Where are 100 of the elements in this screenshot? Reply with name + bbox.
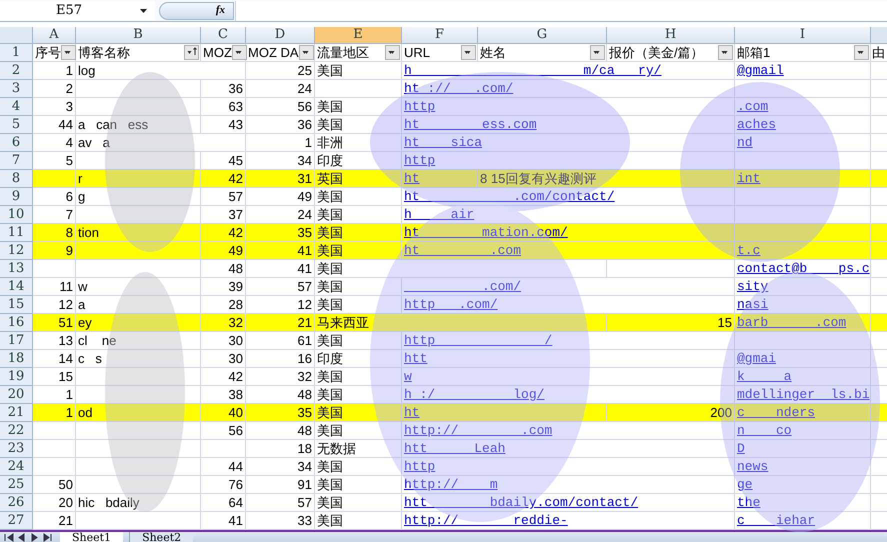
hyperlink[interactable]: nasi [737,298,768,311]
hyperlink[interactable]: .com/ [404,280,522,293]
row-header[interactable]: 17 [0,332,33,350]
hyperlink[interactable]: ht sica [404,136,482,149]
hyperlink[interactable]: sity [737,280,768,293]
hyperlink[interactable]: D [737,442,745,455]
hyperlink[interactable]: c nders [737,406,816,419]
hyperlink[interactable]: http:// .com [404,424,552,437]
row-header[interactable]: 26 [0,494,33,512]
hyperlink[interactable]: ht .com [404,244,522,257]
formula-field[interactable] [235,0,887,20]
column-header[interactable]: D [246,27,315,44]
hyperlink[interactable]: .com [737,100,768,113]
table-cell: 印度 [315,152,402,170]
sheet-tab[interactable]: Sheet1 [60,532,124,542]
table-cell: 30 [201,332,246,350]
hyperlink[interactable]: nd [737,136,753,149]
hyperlink[interactable]: h air [404,208,474,221]
row-header[interactable]: 27 [0,512,33,530]
row-header[interactable]: 19 [0,368,33,386]
hyperlink[interactable]: http [404,154,436,167]
filter-dropdown-icon[interactable] [854,45,869,60]
name-box[interactable]: E57 [0,0,155,20]
hyperlink[interactable]: k a [737,370,792,383]
hyperlink[interactable]: n co [737,424,792,437]
hyperlink[interactable]: @gmail [737,64,784,77]
hyperlink[interactable]: the [737,496,760,509]
row-header[interactable]: 11 [0,224,33,242]
hyperlink[interactable]: h m/ca ry/ [404,64,662,77]
row-header[interactable]: 24 [0,458,33,476]
row-header[interactable]: 1 [0,44,33,62]
column-header[interactable]: F [402,27,478,44]
sheet-tab[interactable]: Sheet2 [129,532,194,542]
hyperlink[interactable]: ht mation.com/ [404,226,568,239]
row-header[interactable]: 10 [0,206,33,224]
hyperlink[interactable]: http [404,100,436,113]
hyperlink[interactable]: http .com/ [404,298,498,311]
hyperlink[interactable]: int [737,172,760,185]
row-header[interactable]: 25 [0,476,33,494]
column-header[interactable]: C [201,27,246,44]
row-header[interactable]: 13 [0,260,33,278]
column-header[interactable]: A [33,27,76,44]
hyperlink[interactable]: ht ess.com [404,118,537,131]
column-header[interactable]: E [315,27,402,44]
hyperlink[interactable]: htt [404,352,428,365]
row-header[interactable]: 15 [0,296,33,314]
hyperlink[interactable]: mdellinger ls.bi [737,388,870,401]
column-header[interactable]: B [76,27,201,44]
filter-dropdown-icon[interactable] [590,45,605,60]
hyperlink[interactable]: w [404,370,412,383]
dropdown-icon[interactable] [140,8,147,12]
sheet-navigation-icon[interactable] [4,532,54,542]
hyperlink[interactable]: http / [404,334,552,347]
row-header[interactable]: 7 [0,152,33,170]
row-header[interactable]: 14 [0,278,33,296]
row-header[interactable]: 22 [0,422,33,440]
filter-dropdown-icon[interactable] [385,45,400,60]
hyperlink[interactable]: barb .com [737,316,846,329]
row-header[interactable]: 3 [0,80,33,98]
row-header[interactable]: 2 [0,62,33,80]
hyperlink[interactable]: http:// m [404,478,498,491]
hyperlink[interactable]: @gmai [737,352,776,365]
row-header[interactable]: 12 [0,242,33,260]
hyperlink[interactable]: aches [737,118,776,131]
row-header[interactable]: 9 [0,188,33,206]
column-header[interactable]: G [478,27,607,44]
hyperlink[interactable]: ht [404,172,420,185]
row-header[interactable]: 6 [0,134,33,152]
filter-dropdown-icon[interactable] [61,45,76,60]
formula-button[interactable]: fx [159,2,234,20]
filter-dropdown-icon[interactable] [298,45,314,60]
row-header[interactable]: 18 [0,350,33,368]
hyperlink[interactable]: news [737,460,768,473]
hyperlink[interactable]: ht .com/contact/ [404,190,615,203]
row-header[interactable]: 23 [0,440,33,458]
filter-dropdown-icon[interactable] [718,45,733,60]
row-header[interactable]: 20 [0,386,33,404]
row-header[interactable]: 16 [0,314,33,332]
filter-dropdown-icon[interactable] [232,45,247,60]
hyperlink[interactable]: htt Leah [404,442,506,455]
row-header[interactable]: 4 [0,98,33,116]
table-cell: 12 [246,296,315,314]
filter-dropdown-icon[interactable] [461,45,476,60]
row-header[interactable]: 5 [0,116,33,134]
hyperlink[interactable]: t.c [737,244,760,257]
hyperlink[interactable]: htt bdaily.com/contact/ [404,496,638,509]
hyperlink[interactable]: c iehar [737,514,816,527]
row-header[interactable]: 8 [0,170,33,188]
hyperlink[interactable]: ht [404,406,420,419]
column-header[interactable]: H [607,27,735,44]
sort-filter-icon[interactable] [184,45,199,60]
row-header[interactable]: 21 [0,404,33,422]
hyperlink[interactable]: ge [737,478,753,491]
hyperlink[interactable]: h :/ log/ [404,388,544,401]
hyperlink[interactable]: http:// reddie- [404,514,568,527]
hyperlink[interactable]: contact@b ps.c [737,262,870,275]
hyperlink[interactable]: ht :// .com/ [404,82,514,95]
hyperlink[interactable]: http [404,460,436,473]
table-cell: 美国 [315,476,402,494]
column-header[interactable]: I [735,27,871,44]
